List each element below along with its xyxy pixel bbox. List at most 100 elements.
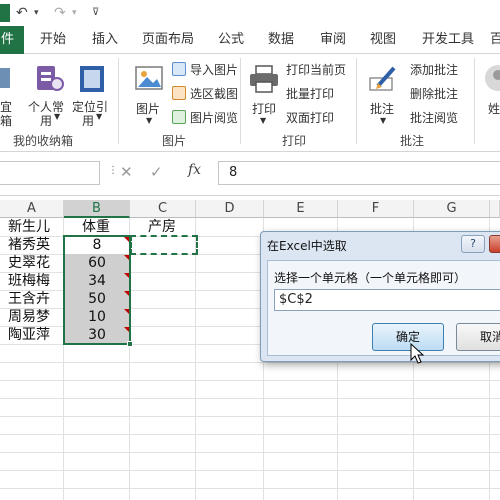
- print-current-page-item[interactable]: 打印当前页: [286, 60, 346, 80]
- locate-reference-label-2: 用: [82, 114, 95, 128]
- col-header-g[interactable]: G: [414, 200, 490, 218]
- cancel-x-icon[interactable]: ✕: [120, 163, 133, 181]
- excel-window: { "qat": { "undo_icon": "undo-icon", "re…: [0, 0, 500, 500]
- tab-home[interactable]: 开始: [40, 26, 66, 54]
- picture-browse-item[interactable]: 图片阅览: [172, 108, 238, 128]
- help-icon[interactable]: ?: [461, 235, 485, 253]
- cell-a4[interactable]: 班梅梅: [8, 272, 50, 290]
- mouse-cursor-icon: [410, 343, 424, 364]
- tab-view[interactable]: 视图: [370, 26, 396, 54]
- redo-dropdown-icon[interactable]: ▾: [72, 4, 77, 22]
- region-screenshot-label: 选区截图: [190, 87, 239, 101]
- screenshot-icon: [172, 86, 186, 100]
- batch-print-label: 批量打印: [286, 87, 335, 101]
- cell-a1[interactable]: 新生儿: [8, 218, 50, 236]
- name-box[interactable]: [0, 161, 100, 185]
- gridline: [0, 452, 500, 453]
- dialog-titlebar[interactable]: 在Excel中选取 ? ✕: [261, 232, 500, 258]
- col-header-a[interactable]: A: [0, 200, 64, 218]
- undo-icon[interactable]: ↶: [16, 4, 28, 22]
- col-header-e[interactable]: E: [264, 200, 338, 218]
- delete-comment-item[interactable]: 删除批注: [410, 84, 458, 104]
- confirm-check-icon[interactable]: ✓: [150, 163, 163, 181]
- group-label-my-box: 我的收纳箱: [13, 134, 74, 148]
- gridline: [0, 362, 500, 363]
- close-button[interactable]: ✕: [489, 235, 500, 253]
- cell-reference-input[interactable]: $C$2: [274, 289, 500, 311]
- tab-review[interactable]: 审阅: [320, 26, 346, 54]
- tab-file[interactable]: 件: [0, 26, 24, 54]
- chevron-down-icon: ▼: [96, 112, 103, 121]
- quick-access-toolbar: ↶ ▾ ↷ ▾ ⊽: [0, 0, 500, 26]
- chevron-down-icon: ▼: [146, 116, 153, 125]
- tab-developer[interactable]: 开发工具: [422, 26, 474, 54]
- ok-button[interactable]: 确定: [372, 323, 444, 351]
- undo-dropdown-icon[interactable]: ▾: [34, 4, 39, 22]
- redo-icon[interactable]: ↷: [54, 4, 66, 22]
- printer-icon: [250, 65, 278, 93]
- formula-controls: ⋮ ✕ ✓ fx: [104, 161, 214, 185]
- cell-a3[interactable]: 史翠花: [8, 254, 50, 272]
- duplex-print-item[interactable]: 双面打印: [286, 108, 334, 128]
- ribbon-separator: [240, 58, 241, 144]
- dialog-body: 选择一个单元格（一个单元格即可） $C$2 确定 取消: [267, 260, 500, 356]
- locate-reference-icon: [80, 66, 104, 92]
- print-button[interactable]: 打印 ▼: [246, 60, 282, 126]
- customize-qat-icon[interactable]: ⊽: [92, 4, 99, 22]
- cell-c1[interactable]: 产房: [148, 218, 176, 236]
- gridline: [0, 434, 500, 435]
- gridline: [0, 380, 500, 381]
- picture-browse-icon: [172, 110, 186, 124]
- name-button-partial[interactable]: 姓: [482, 60, 500, 126]
- browse-comment-item[interactable]: 批注阅览: [410, 108, 458, 128]
- region-screenshot-item[interactable]: 选区截图: [172, 84, 238, 104]
- import-picture-label: 导入图片: [190, 63, 239, 77]
- cell-a2[interactable]: 褚秀英: [8, 236, 50, 254]
- personal-common-button[interactable]: 个人常 用 ▼: [28, 60, 70, 128]
- group-label-print: 打印: [282, 134, 307, 148]
- group-label-comment: 批注: [400, 134, 425, 148]
- ribbon: 宜 箱 个人常 用 ▼ 定位引 用 ▼ 我的收纳箱 图片 ▼ 导入图片 选区截图…: [0, 54, 500, 152]
- selection-range-border: [63, 235, 131, 345]
- partial-label-left-2: 箱: [0, 114, 13, 128]
- gridline: [0, 488, 500, 489]
- cell-a6[interactable]: 周易梦: [8, 308, 50, 326]
- insert-function-icon[interactable]: fx: [188, 162, 201, 178]
- tab-formulas[interactable]: 公式: [218, 26, 244, 54]
- ribbon-tabs: 件 开始 插入 页面布局 公式 数据 审阅 视图 开发工具 百: [0, 26, 500, 54]
- name-label-partial: 姓: [488, 102, 500, 116]
- comment-button[interactable]: 批注 ▼: [364, 60, 404, 126]
- delete-comment-label: 删除批注: [410, 87, 459, 101]
- cell-b1[interactable]: 体重: [82, 218, 110, 236]
- personal-common-label-2: 用: [40, 114, 53, 128]
- col-header-c[interactable]: C: [130, 200, 196, 218]
- tab-data[interactable]: 数据: [268, 26, 294, 54]
- dialog-prompt: 选择一个单元格（一个单元格即可）: [274, 271, 467, 285]
- add-comment-item[interactable]: 添加批注: [410, 60, 458, 80]
- cell-a5[interactable]: 王含卉: [8, 290, 50, 308]
- chevron-down-icon: ▼: [260, 116, 267, 125]
- formula-input[interactable]: 8: [218, 161, 500, 185]
- gridline: [0, 470, 500, 471]
- tab-insert[interactable]: 插入: [92, 26, 118, 54]
- tab-page-layout[interactable]: 页面布局: [142, 26, 194, 54]
- col-header-h-partial[interactable]: [490, 200, 500, 218]
- duplex-print-label: 双面打印: [286, 111, 335, 125]
- import-picture-item[interactable]: 导入图片: [172, 60, 238, 80]
- col-header-d[interactable]: D: [196, 200, 264, 218]
- col-header-f[interactable]: F: [338, 200, 414, 218]
- ribbon-separator: [356, 58, 357, 144]
- batch-print-item[interactable]: 批量打印: [286, 84, 334, 104]
- add-comment-label: 添加批注: [410, 63, 459, 77]
- copy-marquee-c2: [130, 235, 198, 255]
- print-current-page-label: 打印当前页: [286, 63, 347, 77]
- fill-handle[interactable]: [127, 341, 133, 347]
- partial-icon-left: [0, 68, 10, 88]
- picture-button[interactable]: 图片 ▼: [130, 60, 170, 126]
- locate-reference-button[interactable]: 定位引 用 ▼: [72, 60, 114, 128]
- col-header-b[interactable]: B: [64, 200, 130, 218]
- tab-more-partial[interactable]: 百: [490, 26, 500, 54]
- comment-label: 批注: [370, 102, 395, 116]
- cell-a7[interactable]: 陶亚萍: [8, 326, 50, 344]
- cancel-button[interactable]: 取消: [456, 323, 500, 351]
